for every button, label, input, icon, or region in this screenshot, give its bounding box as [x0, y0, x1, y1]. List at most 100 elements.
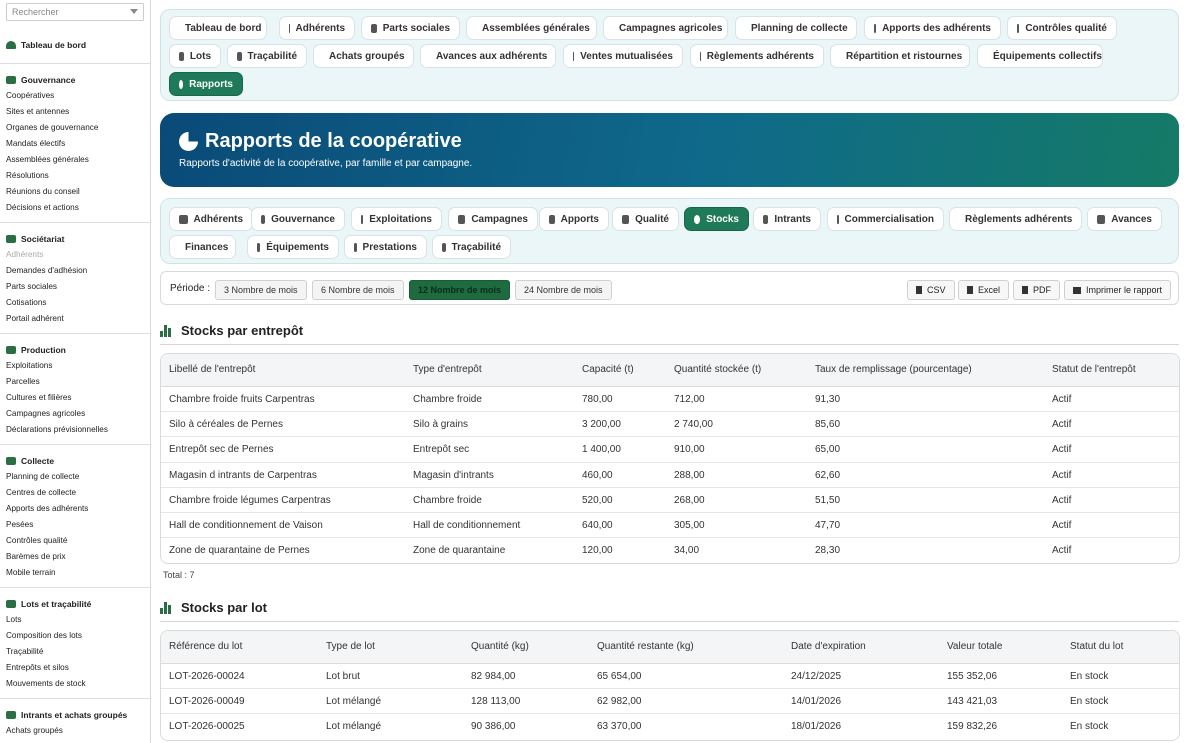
table-row[interactable]: LOT-2026-00049 Lot mélangé 128 113,00 62 98… [161, 689, 1179, 715]
module-tab[interactable]: Adhérents [279, 16, 355, 40]
period-24-months-button[interactable]: 24 Nombre de mois [515, 280, 612, 300]
sidebar-item[interactable]: Centres de collecte [0, 485, 150, 501]
period-6-months-button[interactable]: 6 Nombre de mois [312, 280, 404, 300]
sidebar-item[interactable]: Contrôles qualité [0, 533, 150, 549]
module-tab[interactable]: Ventes mutualisées [563, 44, 683, 68]
sidebar-item[interactable]: Composition des lots [0, 628, 150, 644]
module-tab[interactable]: Contrôles qualité [1007, 16, 1117, 40]
module-tab[interactable]: Planning de collecte [735, 16, 857, 40]
module-tab[interactable]: Achats groupés [313, 44, 414, 68]
report-tab[interactable]: Traçabilité [432, 235, 511, 259]
export-pdf-button[interactable]: PDF [1013, 280, 1060, 300]
module-tab[interactable]: Assemblées générales [466, 16, 597, 40]
module-tab[interactable]: Lots [169, 44, 221, 68]
column-header[interactable]: Quantité (kg) [471, 641, 529, 652]
sidebar-item[interactable]: Exploitations [0, 358, 150, 374]
module-tab[interactable]: Rapports [169, 72, 243, 96]
column-header[interactable]: Valeur totale [947, 641, 1002, 652]
sidebar-item[interactable]: Décisions et actions [0, 200, 150, 216]
table-row[interactable]: Entrepôt sec de Pernes Entrepôt sec 1 400,… [161, 437, 1179, 463]
column-header[interactable]: Libellé de l'entrepôt [169, 364, 255, 375]
sidebar-item[interactable]: Résolutions [0, 168, 150, 184]
report-tab[interactable]: Finances [169, 235, 236, 259]
module-tab[interactable]: Règlements adhérents [690, 44, 824, 68]
table-row[interactable]: Magasin d intrants de Carpentras Magasin … [161, 463, 1179, 488]
column-header[interactable]: Quantité stockée (t) [674, 364, 761, 375]
export-csv-button[interactable]: CSV [907, 280, 955, 300]
sidebar-item[interactable]: Pesées [0, 517, 150, 533]
table-row[interactable]: Chambre froide fruits Carpentras Chambre … [161, 387, 1179, 413]
column-header[interactable]: Référence du lot [169, 641, 242, 652]
sidebar-item[interactable]: Portail adhérent [0, 311, 150, 327]
sidebar-item[interactable]: Coopératives [0, 88, 150, 104]
module-tab[interactable]: Avances aux adhérents [420, 44, 556, 68]
sidebar-item[interactable]: Barèmes de prix [0, 549, 150, 565]
table-row[interactable]: Chambre froide légumes Carpentras Chambre… [161, 488, 1179, 513]
report-tab[interactable]: Stocks [684, 207, 749, 231]
sidebar-item[interactable]: Entrepôts et silos [0, 660, 150, 676]
export-excel-button[interactable]: Excel [958, 280, 1010, 300]
report-tab[interactable]: Exploitations [351, 207, 442, 231]
sidebar-item[interactable]: Traçabilité [0, 644, 150, 660]
print-report-label: Imprimer le rapport [1086, 285, 1163, 295]
sidebar-item[interactable]: Assemblées générales [0, 152, 150, 168]
sidebar-item[interactable]: Mouvements de stock [0, 676, 150, 692]
column-header[interactable]: Type de lot [326, 641, 375, 652]
module-tab[interactable]: Campagnes agricoles [603, 16, 728, 40]
sidebar-item[interactable]: Lots [0, 612, 150, 628]
sidebar-item[interactable]: Parts sociales [0, 279, 150, 295]
report-tab[interactable]: Qualité [612, 207, 679, 231]
report-tab[interactable]: Gouvernance [251, 207, 345, 231]
print-report-button[interactable]: Imprimer le rapport [1064, 280, 1172, 300]
sidebar-item[interactable]: Adhérents [0, 247, 150, 263]
sidebar-item[interactable]: Organes de gouvernance [0, 120, 150, 136]
report-tab[interactable]: Règlements adhérents [949, 207, 1082, 231]
module-tab[interactable]: Apports des adhérents [864, 16, 1001, 40]
report-tab[interactable]: Campagnes [448, 207, 538, 231]
table-row[interactable]: LOT-2026-00024 Lot brut 82 984,00 65 654,00… [161, 664, 1179, 690]
report-tab[interactable]: Adhérents [169, 207, 253, 231]
module-tab[interactable]: Parts sociales [361, 16, 460, 40]
sidebar-item[interactable]: Déclarations prévisionnelles [0, 422, 150, 438]
report-tab[interactable]: Apports [539, 207, 609, 231]
module-tab[interactable]: Tableau de bord [169, 16, 267, 40]
report-tab[interactable]: Commercialisation [827, 207, 944, 231]
sidebar-item[interactable]: Apports des adhérents [0, 501, 150, 517]
module-tab[interactable]: Traçabilité [227, 44, 307, 68]
sidebar-item[interactable]: Mobile terrain [0, 565, 150, 581]
period-12-months-button[interactable]: 12 Nombre de mois [409, 280, 511, 300]
sidebar-item[interactable]: Cotisations [0, 295, 150, 311]
column-header[interactable]: Date d'expiration [791, 641, 866, 652]
sidebar-item[interactable]: Cultures et filières [0, 390, 150, 406]
column-header[interactable]: Capacité (t) [582, 364, 634, 375]
table-row[interactable]: Hall de conditionnement de Vaison Hall de… [161, 513, 1179, 539]
file-icon [967, 286, 973, 294]
module-tab[interactable]: Équipements collectifs [977, 44, 1103, 68]
sidebar-item[interactable]: Demandes d'adhésion [0, 263, 150, 279]
table-row[interactable]: Silo à céréales de Pernes Silo à grains 3 … [161, 412, 1179, 438]
report-tab[interactable]: Équipements [247, 235, 339, 259]
column-header[interactable]: Statut de l'entrepôt [1052, 364, 1136, 375]
sidebar-item[interactable]: Réunions du conseil [0, 184, 150, 200]
column-header[interactable]: Taux de remplissage (pourcentage) [815, 364, 972, 375]
sidebar-item[interactable]: Campagnes agricoles [0, 406, 150, 422]
sidebar-item[interactable]: Parcelles [0, 374, 150, 390]
column-header[interactable]: Type d'entrepôt [413, 364, 482, 375]
sidebar-item-dashboard[interactable]: Tableau de bord [0, 33, 150, 56]
chevron-down-icon[interactable] [130, 9, 138, 14]
table-row[interactable]: LOT-2026-00025 Lot mélangé 90 386,00 63 370… [161, 714, 1179, 739]
module-tab[interactable]: Répartition et ristournes [830, 44, 970, 68]
column-header[interactable]: Quantité restante (kg) [597, 641, 694, 652]
period-3-months-button[interactable]: 3 Nombre de mois [215, 280, 307, 300]
report-tab[interactable]: Prestations [344, 235, 427, 259]
sidebar-item[interactable]: Sites et antennes [0, 104, 150, 120]
report-tab[interactable]: Avances [1087, 207, 1162, 231]
column-header[interactable]: Statut du lot [1070, 641, 1123, 652]
sidebar-item[interactable]: Achats groupés [0, 723, 150, 739]
sidebar-item[interactable]: Mandats électifs [0, 136, 150, 152]
sidebar-item[interactable]: Planning de collecte [0, 469, 150, 485]
table-row[interactable]: Zone de quarantaine de Pernes Zone de qua… [161, 538, 1179, 563]
report-tab[interactable]: Intrants [753, 207, 821, 231]
search-select[interactable]: Rechercher [6, 3, 144, 21]
sidebar-item[interactable]: Commandes d'intrants [0, 739, 150, 743]
